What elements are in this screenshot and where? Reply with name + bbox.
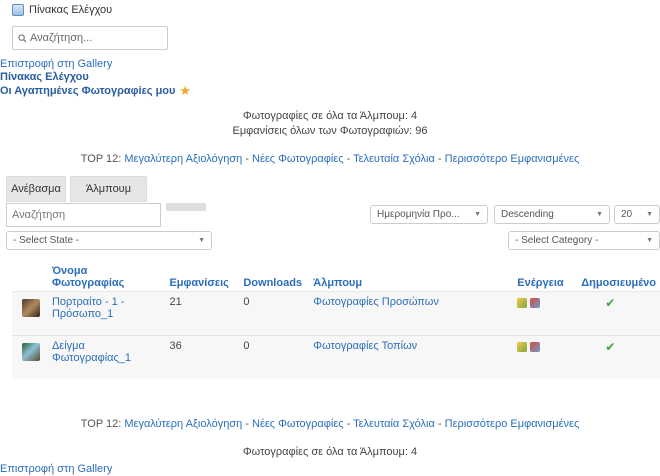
action-column-header: Ενέργεια xyxy=(517,276,564,289)
chevron-down-icon: ▼ xyxy=(596,211,603,218)
top12-link-top-rated[interactable]: Μεγαλύτερη Αξιολόγηση xyxy=(124,153,242,165)
search-input[interactable]: Αναζήτηση... xyxy=(12,26,168,50)
filter-search-button[interactable] xyxy=(166,203,206,211)
photo-thumbnail[interactable] xyxy=(22,342,40,361)
edit-icon[interactable] xyxy=(517,297,528,308)
views-cell: 36 xyxy=(165,334,240,379)
album-column-header[interactable]: Άλμπουμ xyxy=(309,251,513,291)
top12-link-new-photos[interactable]: Νέες Φωτογραφίες xyxy=(252,418,344,430)
album-cell: Φωτογραφίες Προσώπων xyxy=(309,290,514,335)
thumb-column-header xyxy=(12,251,48,291)
sort-field-value: Ημερομηνία Προ... xyxy=(377,209,460,220)
views-cell: 21 xyxy=(165,290,240,335)
sort-field-select[interactable]: Ημερομηνία Προ... ▼ xyxy=(370,205,488,224)
separator: - xyxy=(434,418,445,430)
photos-count: Φωτογραφίες σε όλα τα Άλμπουμ: 4 xyxy=(242,110,418,122)
tab-albums[interactable]: Άλμπουμ xyxy=(70,176,147,202)
downloads-cell: 0 xyxy=(239,334,310,379)
top12-link-top-rated[interactable]: Μεγαλύτερη Αξιολόγηση xyxy=(124,418,242,430)
album-cell: Φωτογραφίες Τοπίων xyxy=(309,334,514,379)
favorites-label: Οι Αγαπημένες Φωτογραφίες μου xyxy=(0,84,176,97)
published-cell: ✔ xyxy=(577,334,660,379)
filter-search-input[interactable]: Αναζήτηση xyxy=(6,203,161,227)
separator: - xyxy=(343,153,354,165)
published-cell: ✔ xyxy=(577,290,660,335)
separator: - xyxy=(343,418,354,430)
edit-icon[interactable] xyxy=(517,341,528,352)
dashboard-link[interactable]: Πίνακας Ελέγχου xyxy=(0,71,89,83)
published-column-header[interactable]: Δημοσιευμένο xyxy=(577,251,660,291)
top12-link-latest-comments[interactable]: Τελευταία Σχόλια xyxy=(353,153,435,165)
album-link[interactable]: Φωτογραφίες Τοπίων xyxy=(313,340,417,352)
name-column-header[interactable]: Όνομα Φωτογραφίας xyxy=(48,251,166,291)
tab-upload[interactable]: Ανέβασμα xyxy=(6,176,66,202)
separator: - xyxy=(242,418,252,430)
views-column-header[interactable]: Εμφανίσεις xyxy=(165,251,239,291)
delete-icon[interactable] xyxy=(530,341,541,352)
star-icon: ★ xyxy=(179,83,192,98)
top12-prefix: TOP 12: xyxy=(80,153,122,165)
separator: - xyxy=(434,153,445,165)
top12-link-most-viewed[interactable]: Περισσότερο Εμφανισμένες xyxy=(445,418,580,430)
top12-prefix: TOP 12: xyxy=(80,418,122,430)
limit-select[interactable]: 20 ▼ xyxy=(614,205,660,224)
sort-direction-value: Descending xyxy=(501,209,554,220)
photo-name-link[interactable]: Δείγμα Φωτογραφίας_1 xyxy=(52,340,131,364)
search-icon xyxy=(18,33,27,43)
search-placeholder: Αναζήτηση... xyxy=(30,32,93,44)
delete-icon[interactable] xyxy=(530,297,541,308)
table-row: Δείγμα Φωτογραφίας_1 36 0 Φωτογραφίες Το… xyxy=(12,334,660,379)
state-value: - Select State - xyxy=(13,235,80,246)
chevron-down-icon: ▼ xyxy=(474,211,481,218)
chevron-down-icon: ▼ xyxy=(646,237,653,244)
thumb-cell xyxy=(12,334,48,379)
action-cell xyxy=(513,290,578,335)
limit-value: 20 xyxy=(621,209,633,220)
favorites-link[interactable]: Οι Αγαπημένες Φωτογραφίες μου ★ xyxy=(0,84,191,97)
table-row: Πορτραίτο - 1 - Πρόσωπο_1 21 0 Φωτογραφί… xyxy=(12,290,660,335)
photos-table: Όνομα Φωτογραφίας Εμφανίσεις Downloads Ά… xyxy=(12,251,660,379)
state-select[interactable]: - Select State - ▼ xyxy=(6,231,212,250)
chevron-down-icon: ▼ xyxy=(198,237,205,244)
table-header-row: Όνομα Φωτογραφίας Εμφανίσεις Downloads Ά… xyxy=(12,251,660,291)
check-icon[interactable]: ✔ xyxy=(605,340,615,354)
downloads-cell: 0 xyxy=(239,290,310,335)
separator: - xyxy=(242,153,252,165)
top12-bar-footer: TOP 12: Μεγαλύτερη Αξιολόγηση - Νέες Φωτ… xyxy=(0,418,660,430)
page-header: Πίνακας Ελέγχου xyxy=(12,4,112,16)
top12-link-new-photos[interactable]: Νέες Φωτογραφίες xyxy=(252,153,344,165)
photo-thumbnail[interactable] xyxy=(22,298,40,317)
category-select[interactable]: - Select Category - ▼ xyxy=(508,231,660,250)
category-value: - Select Category - xyxy=(515,235,599,246)
top12-link-latest-comments[interactable]: Τελευταία Σχόλια xyxy=(353,418,435,430)
chevron-down-icon: ▼ xyxy=(646,211,653,218)
name-cell: Δείγμα Φωτογραφίας_1 xyxy=(47,334,166,379)
downloads-column-header[interactable]: Downloads xyxy=(239,251,309,291)
footer-back-to-gallery-link[interactable]: Επιστροφή στη Gallery xyxy=(0,463,112,475)
action-cell xyxy=(513,334,578,379)
album-link[interactable]: Φωτογραφίες Προσώπων xyxy=(313,296,439,308)
views-count: Εμφανίσεις όλων των Φωτογραφιών: 96 xyxy=(232,125,428,137)
filter-search-placeholder: Αναζήτηση xyxy=(12,209,66,221)
back-to-gallery-link[interactable]: Επιστροφή στη Gallery xyxy=(0,58,112,70)
thumb-cell xyxy=(12,290,48,335)
top12-link-most-viewed[interactable]: Περισσότερο Εμφανισμένες xyxy=(445,153,580,165)
top12-bar: TOP 12: Μεγαλύτερη Αξιολόγηση - Νέες Φωτ… xyxy=(0,153,660,165)
page-title: Πίνακας Ελέγχου xyxy=(29,4,113,16)
check-icon[interactable]: ✔ xyxy=(605,296,615,310)
sort-direction-select[interactable]: Descending ▼ xyxy=(494,205,610,224)
photo-name-link[interactable]: Πορτραίτο - 1 - Πρόσωπο_1 xyxy=(52,296,125,320)
footer-photos-count: Φωτογραφίες σε όλα τα Άλμπουμ: 4 xyxy=(242,446,418,458)
name-cell: Πορτραίτο - 1 - Πρόσωπο_1 xyxy=(47,290,166,335)
dashboard-icon xyxy=(12,4,24,16)
